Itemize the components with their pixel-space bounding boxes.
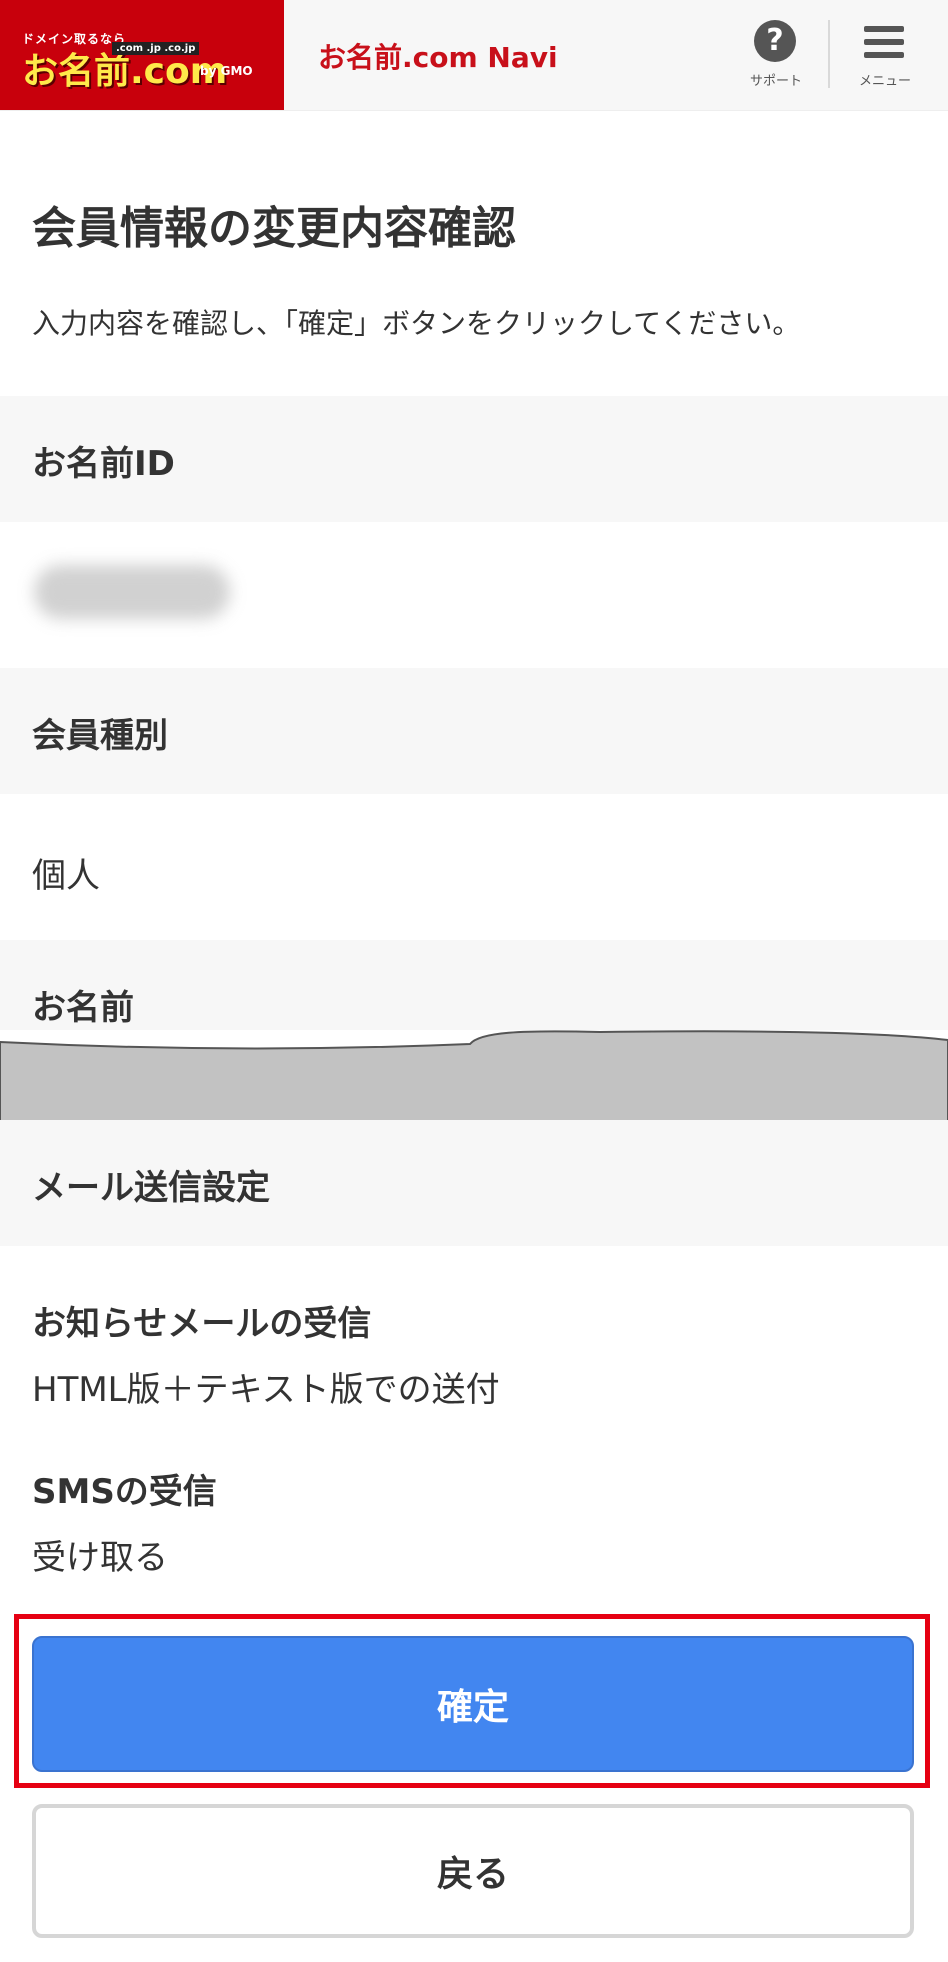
sms-value: 受け取る (32, 1538, 168, 1578)
logo-tlds: .com .jp .co.jp (112, 42, 200, 55)
member-type-label: 会員種別 (32, 716, 168, 756)
name-label: お名前 (32, 988, 134, 1028)
section-member-type: 会員種別 (0, 668, 948, 794)
section-member-id: お名前ID (0, 396, 948, 522)
header-divider (828, 20, 830, 88)
member-id-value-redacted (34, 565, 230, 619)
confirm-button[interactable]: 確定 (32, 1636, 914, 1772)
notice-mail-value: HTML版＋テキスト版での送付 (32, 1370, 500, 1410)
sms-label: SMSの受信 (32, 1472, 217, 1512)
mail-settings-label: メール送信設定 (32, 1168, 270, 1208)
section-name: お名前 (0, 940, 948, 1030)
app-header: ドメイン取るなら お名前.com .com .jp .co.jp by GMO … (0, 0, 948, 111)
back-button[interactable]: 戻る (32, 1804, 914, 1938)
notice-mail-label: お知らせメールの受信 (32, 1304, 372, 1344)
site-title[interactable]: お名前.com Navi (318, 36, 558, 76)
help-icon: ? (754, 20, 796, 62)
instruction-text: 入力内容を確認し、「確定」ボタンをクリックしてください。 (32, 307, 801, 340)
support-label: サポート (749, 74, 802, 89)
section-mail-settings: メール送信設定 (0, 1120, 948, 1246)
support-button[interactable]: ? サポート (740, 20, 812, 92)
page-title: 会員情報の変更内容確認 (32, 203, 516, 254)
hamburger-icon (864, 26, 904, 58)
member-id-label: お名前ID (32, 444, 175, 484)
logo-by: by GMO (200, 64, 253, 78)
onamae-logo[interactable]: ドメイン取るなら お名前.com .com .jp .co.jp by GMO (0, 0, 284, 110)
menu-label: メニュー (858, 74, 911, 89)
member-type-value: 個人 (32, 856, 100, 896)
menu-button[interactable]: メニュー (846, 20, 924, 92)
